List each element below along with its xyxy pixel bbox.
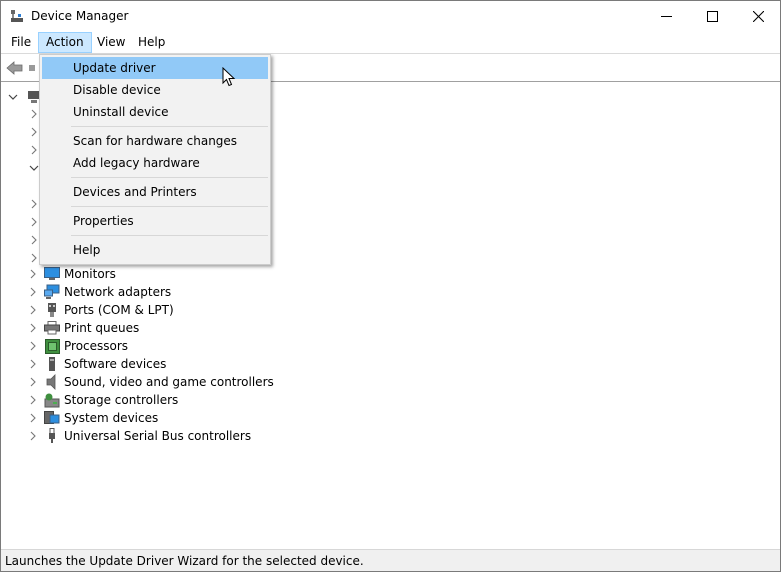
- software-device-icon: [49, 357, 55, 371]
- title-bar[interactable]: Device Manager: [1, 1, 780, 31]
- tree-node-print-queues[interactable]: Print queues: [27, 319, 139, 337]
- maximize-button[interactable]: [689, 1, 735, 31]
- expand-chevron-icon[interactable]: [27, 286, 39, 298]
- menu-item-uninstall-device[interactable]: Uninstall device: [42, 101, 268, 123]
- expand-chevron-icon[interactable]: [27, 304, 39, 316]
- device-manager-icon: [11, 10, 23, 22]
- processor-icon: [44, 338, 60, 354]
- minimize-button[interactable]: [643, 1, 689, 31]
- expand-chevron-icon[interactable]: [27, 376, 39, 388]
- tree-node-software-devices[interactable]: Software devices: [27, 355, 166, 373]
- expand-chevron-icon[interactable]: [27, 430, 39, 442]
- status-text: Launches the Update Driver Wizard for th…: [5, 554, 364, 568]
- action-menu-dropdown: Update driver Disable device Uninstall d…: [39, 54, 271, 265]
- tree-node-label: Ports (COM & LPT): [64, 303, 174, 317]
- menu-view[interactable]: View: [90, 32, 132, 53]
- tree-node-network-adapters[interactable]: Network adapters: [27, 283, 171, 301]
- menu-item-devices-printers[interactable]: Devices and Printers: [42, 181, 268, 203]
- forward-arrow-icon[interactable]: [27, 60, 37, 76]
- tree-node-label: Software devices: [64, 357, 167, 371]
- menu-item-scan-hardware[interactable]: Scan for hardware changes: [42, 130, 268, 152]
- expand-chevron-icon[interactable]: [27, 412, 39, 424]
- collapse-chevron-icon[interactable]: [7, 91, 19, 103]
- expand-chevron-icon[interactable]: [27, 268, 39, 280]
- close-icon: [752, 10, 764, 22]
- tree-node-label: Monitors: [64, 267, 116, 281]
- maximize-icon: [706, 10, 718, 22]
- mouse-cursor-icon: [222, 67, 236, 87]
- tree-node-usb-controllers[interactable]: Universal Serial Bus controllers: [27, 427, 251, 445]
- menu-file[interactable]: File: [4, 32, 38, 53]
- menu-separator: [71, 126, 268, 127]
- usb-icon: [49, 428, 55, 443]
- tree-root[interactable]: [7, 88, 41, 106]
- minimize-icon: [660, 15, 672, 17]
- port-icon: [48, 303, 56, 317]
- tree-node-sound-video-game[interactable]: Sound, video and game controllers: [27, 373, 274, 391]
- tree-node-ports[interactable]: Ports (COM & LPT): [27, 301, 174, 319]
- monitor-icon: [44, 267, 60, 280]
- tree-node-label: Sound, video and game controllers: [64, 375, 274, 389]
- menu-separator: [71, 177, 268, 178]
- tree-node-label: Processors: [64, 339, 129, 353]
- window-title: Device Manager: [31, 9, 129, 23]
- tree-node-label: Universal Serial Bus controllers: [64, 429, 252, 443]
- printer-icon: [44, 321, 60, 335]
- expand-chevron-icon[interactable]: [27, 358, 39, 370]
- expand-chevron-icon[interactable]: [27, 340, 39, 352]
- tree-node-system-devices[interactable]: System devices: [27, 409, 158, 427]
- tree-node-monitors[interactable]: Monitors: [27, 265, 116, 283]
- menu-separator: [71, 206, 268, 207]
- tree-node-storage-controllers[interactable]: Storage controllers: [27, 391, 178, 409]
- close-button[interactable]: [735, 1, 781, 31]
- system-device-icon: [44, 410, 60, 424]
- tree-node-label: Storage controllers: [64, 393, 179, 407]
- back-arrow-icon[interactable]: [6, 60, 24, 76]
- tree-node-label: Network adapters: [64, 285, 172, 299]
- menu-bar: File Action View Help: [1, 31, 780, 54]
- menu-action[interactable]: Action: [38, 32, 92, 53]
- device-manager-window: Device Manager File Action View Help Mon…: [0, 0, 781, 572]
- status-bar: Launches the Update Driver Wizard for th…: [1, 549, 780, 571]
- expand-chevron-icon[interactable]: [27, 322, 39, 334]
- tree-node-label: Print queues: [64, 321, 140, 335]
- menu-item-help[interactable]: Help: [42, 239, 268, 261]
- menu-item-add-legacy-hardware[interactable]: Add legacy hardware: [42, 152, 268, 174]
- speaker-icon: [46, 374, 56, 390]
- menu-help[interactable]: Help: [131, 32, 172, 53]
- tree-node-label: System devices: [64, 411, 159, 425]
- menu-item-properties[interactable]: Properties: [42, 210, 268, 232]
- expand-chevron-icon[interactable]: [27, 394, 39, 406]
- menu-separator: [71, 235, 268, 236]
- storage-icon: [44, 393, 60, 407]
- tree-node-processors[interactable]: Processors: [27, 337, 128, 355]
- network-icon: [44, 284, 60, 299]
